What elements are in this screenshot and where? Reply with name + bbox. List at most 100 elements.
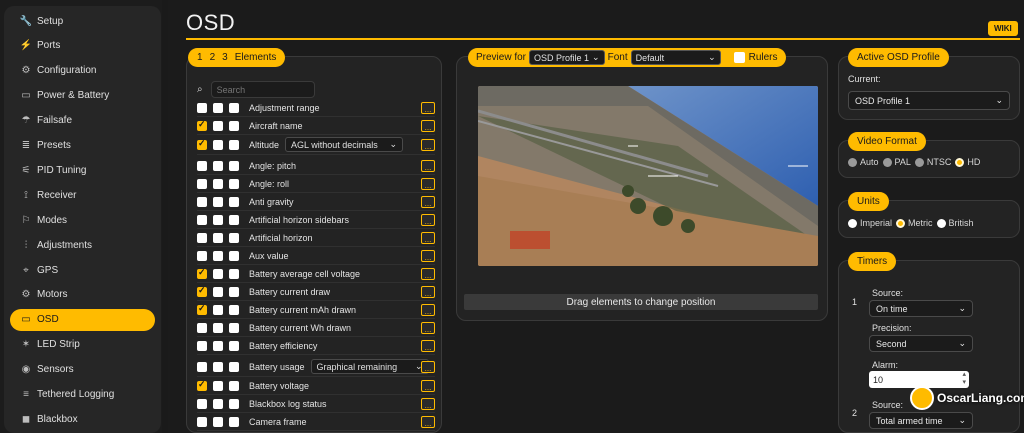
element-options-button[interactable]: ... (421, 379, 435, 392)
profile-1-checkbox[interactable] (197, 379, 207, 391)
profile-3-checkbox[interactable] (229, 304, 239, 315)
profile-2-checkbox[interactable] (213, 304, 223, 315)
sidebar-item-blackbox[interactable]: ◼ Blackbox (10, 408, 155, 430)
profile-2-checkbox[interactable] (213, 268, 223, 279)
element-options-button[interactable]: ... (421, 339, 435, 352)
profile-1-checkbox[interactable] (197, 303, 207, 315)
font-select[interactable]: Default ⌄ (630, 50, 721, 65)
element-options-button[interactable]: ... (421, 267, 435, 280)
timer-1-source-select[interactable]: On time ⌄ (869, 300, 973, 317)
profile-1-checkbox[interactable] (197, 178, 207, 189)
profile-2-checkbox[interactable] (213, 380, 223, 391)
profile-3-checkbox[interactable] (229, 286, 239, 297)
profile-1-checkbox[interactable] (197, 138, 207, 150)
radio-pal[interactable] (882, 157, 892, 167)
profile-1-checkbox[interactable] (197, 160, 207, 171)
radio-ntsc[interactable] (914, 157, 924, 167)
sidebar-item-pid-tuning[interactable]: ⚟ PID Tuning (10, 159, 155, 181)
sidebar-item-failsafe[interactable]: ☂ Failsafe (10, 110, 155, 132)
element-variant-select[interactable]: AGL without decimals ⌄ (285, 137, 404, 152)
element-options-button[interactable]: ... (421, 415, 435, 428)
profile-2-checkbox[interactable] (213, 102, 223, 113)
profile-1-checkbox[interactable] (197, 285, 207, 297)
element-variant-select[interactable]: Graphical remaining ⌄ (310, 359, 429, 374)
sidebar-item-modes[interactable]: ⚐ Modes (10, 209, 155, 231)
sidebar-item-osd[interactable]: ▭ OSD (10, 308, 155, 331)
profile-3-checkbox[interactable] (229, 214, 239, 225)
profile-3-checkbox[interactable] (229, 268, 239, 279)
profile-2-checkbox[interactable] (213, 214, 223, 225)
profile-2-checkbox[interactable] (213, 322, 223, 333)
element-options-button[interactable]: ... (421, 360, 435, 373)
profile-1-checkbox[interactable] (197, 214, 207, 225)
profile-3-checkbox[interactable] (229, 232, 239, 243)
profile-2-checkbox[interactable] (213, 160, 223, 171)
wiki-button[interactable]: WIKI (988, 21, 1018, 36)
profile-2-checkbox[interactable] (213, 361, 223, 372)
radio-metric[interactable] (896, 218, 906, 228)
rulers-checkbox[interactable] (733, 52, 745, 63)
element-options-button[interactable]: ... (421, 249, 435, 262)
profile-3-checkbox[interactable] (229, 120, 239, 131)
profile-2-checkbox[interactable] (213, 250, 223, 261)
profile-1-checkbox[interactable] (197, 322, 207, 333)
sidebar-item-receiver[interactable]: ⟟ Receiver (10, 184, 155, 206)
stepper-icon[interactable]: ▴ ▾ (962, 371, 966, 387)
element-options-button[interactable]: ... (421, 177, 435, 190)
profile-3-checkbox[interactable] (229, 160, 239, 171)
timer-1-precision-select[interactable]: Second ⌄ (869, 335, 973, 352)
element-options-button[interactable]: ... (421, 101, 435, 114)
element-options-button[interactable]: ... (421, 138, 435, 151)
sidebar-item-tethered-logging[interactable]: ≡ Tethered Logging (10, 384, 155, 406)
radio-british[interactable] (936, 218, 946, 228)
search-input[interactable] (210, 81, 315, 98)
sidebar-item-sensors[interactable]: ◉ Sensors (10, 359, 155, 381)
profile-2-checkbox[interactable] (213, 340, 223, 351)
radio-hd[interactable] (955, 157, 965, 167)
element-options-button[interactable]: ... (421, 321, 435, 334)
profile-3-checkbox[interactable] (229, 322, 239, 333)
profile-3-checkbox[interactable] (229, 380, 239, 391)
profile-2-checkbox[interactable] (213, 416, 223, 427)
preview-profile-select[interactable]: OSD Profile 1 ⌄ (529, 50, 605, 65)
element-options-button[interactable]: ... (421, 231, 435, 244)
profile-1-checkbox[interactable] (197, 196, 207, 207)
profile-1-checkbox[interactable] (197, 361, 207, 372)
timer-2-source-select[interactable]: Total armed time ⌄ (869, 412, 973, 429)
sidebar-item-led-strip[interactable]: ✶ LED Strip (10, 334, 155, 356)
sidebar-item-gps[interactable]: ⌖ GPS (10, 259, 155, 281)
tab-1[interactable]: 1 (197, 52, 203, 63)
profile-3-checkbox[interactable] (229, 178, 239, 189)
profile-3-checkbox[interactable] (229, 340, 239, 351)
sidebar-item-setup[interactable]: 🔧 Setup (10, 10, 155, 32)
profile-3-checkbox[interactable] (229, 250, 239, 261)
element-options-button[interactable]: ... (421, 397, 435, 410)
profile-2-checkbox[interactable] (213, 120, 223, 131)
element-options-button[interactable]: ... (421, 119, 435, 132)
profile-2-checkbox[interactable] (213, 196, 223, 207)
profile-3-checkbox[interactable] (229, 361, 239, 372)
profile-3-checkbox[interactable] (229, 102, 239, 113)
profile-1-checkbox[interactable] (197, 102, 207, 113)
tab-2[interactable]: 2 (210, 52, 216, 63)
sidebar-item-ports[interactable]: ⚡ Ports (10, 35, 155, 57)
element-options-button[interactable]: ... (421, 213, 435, 226)
profile-3-checkbox[interactable] (229, 398, 239, 409)
profile-2-checkbox[interactable] (213, 178, 223, 189)
element-options-button[interactable]: ... (421, 195, 435, 208)
radio-imperial[interactable] (848, 218, 857, 228)
profile-3-checkbox[interactable] (229, 416, 239, 427)
osd-preview-image[interactable] (478, 86, 818, 266)
profile-1-checkbox[interactable] (197, 119, 207, 131)
profile-3-checkbox[interactable] (229, 139, 239, 150)
profile-3-checkbox[interactable] (229, 196, 239, 207)
profile-1-checkbox[interactable] (197, 267, 207, 279)
sidebar-item-power-battery[interactable]: ▭ Power & Battery (10, 85, 155, 107)
element-options-button[interactable]: ... (421, 285, 435, 298)
active-profile-select[interactable]: OSD Profile 1 ⌄ (848, 91, 1010, 110)
profile-2-checkbox[interactable] (213, 286, 223, 297)
sidebar-item-presets[interactable]: ≣ Presets (10, 135, 155, 157)
sidebar-item-adjustments[interactable]: ⫶ Adjustments (10, 234, 155, 256)
radio-auto[interactable] (848, 157, 857, 167)
sidebar-item-motors[interactable]: ⚙ Motors (10, 284, 155, 306)
